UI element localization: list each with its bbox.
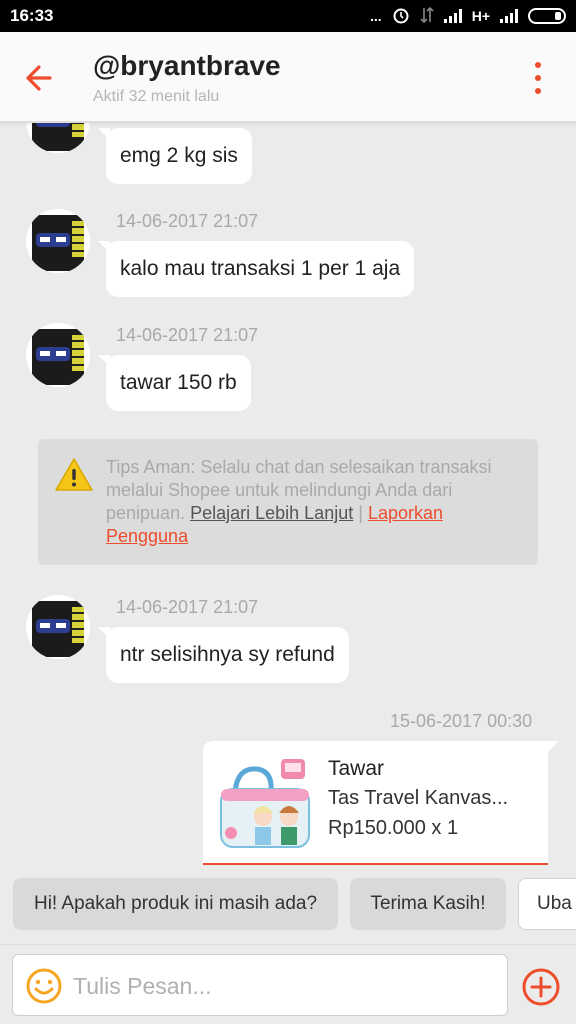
emoji-button[interactable] bbox=[25, 967, 63, 1005]
back-button[interactable] bbox=[20, 58, 60, 98]
quick-replies-bar[interactable]: Hi! Apakah produk ini masih ada? Terima … bbox=[0, 868, 576, 944]
tips-text-block: Tips Aman: Selalu chat dan selesaikan tr… bbox=[106, 456, 526, 548]
message-input[interactable] bbox=[73, 967, 493, 1005]
quick-reply-chip[interactable]: Terima Kasih! bbox=[350, 878, 506, 930]
quick-reply-chip[interactable]: Uba bbox=[518, 878, 576, 930]
quick-reply-chip[interactable]: Hi! Apakah produk ini masih ada? bbox=[13, 878, 338, 930]
more-dot-icon bbox=[535, 88, 541, 94]
chat-messages[interactable]: emg 2 kg sis 14-06-2017 21:07 kalo mau t… bbox=[0, 123, 576, 868]
chat-username: @bryantbrave bbox=[93, 50, 281, 81]
offer-price: Rp150.000 x 1 bbox=[328, 817, 459, 839]
received-message[interactable]: emg 2 kg sis bbox=[98, 128, 252, 184]
battery-icon bbox=[528, 8, 566, 24]
arrow-left-icon bbox=[26, 65, 52, 91]
message-timestamp: 14-06-2017 21:07 bbox=[116, 211, 259, 231]
sender-avatar[interactable] bbox=[26, 595, 90, 659]
message-timestamp: 14-06-2017 21:07 bbox=[116, 325, 259, 345]
signal-icon-2 bbox=[500, 9, 518, 23]
status-dots: ... bbox=[370, 8, 382, 24]
more-dot-icon bbox=[535, 62, 541, 68]
message-timestamp: 14-06-2017 21:07 bbox=[116, 597, 259, 617]
status-bar: 16:33 ... H+ bbox=[0, 0, 576, 32]
more-options-button[interactable] bbox=[530, 62, 546, 94]
received-message[interactable]: ntr selisihnya sy refund bbox=[98, 627, 349, 683]
alarm-icon bbox=[392, 6, 410, 27]
safety-tips-notice: Tips Aman: Selalu chat dan selesaikan tr… bbox=[38, 439, 538, 565]
last-active-status: Aktif 32 menit lalu bbox=[93, 88, 220, 105]
network-type: H+ bbox=[471, 8, 490, 24]
product-name[interactable]: Tas Travel Kanvas... bbox=[328, 787, 508, 810]
offer-card[interactable]: Tawar Tas Travel Kanvas... Rp150.000 x 1 bbox=[203, 741, 558, 865]
attach-button[interactable] bbox=[520, 966, 562, 1008]
message-input-container[interactable] bbox=[12, 954, 508, 1016]
sender-avatar[interactable] bbox=[26, 209, 90, 273]
received-message[interactable]: kalo mau transaksi 1 per 1 aja bbox=[97, 241, 415, 297]
plus-circle-icon bbox=[522, 968, 560, 1006]
message-composer bbox=[0, 944, 576, 1024]
status-time: 16:33 bbox=[10, 6, 54, 25]
learn-more-link[interactable]: Pelajari Lebih Lanjut bbox=[190, 503, 353, 523]
received-message[interactable]: tawar 150 rb bbox=[98, 355, 251, 411]
data-transfer-icon bbox=[420, 6, 434, 27]
smiley-icon bbox=[26, 968, 62, 1004]
signal-icon bbox=[443, 9, 462, 23]
offer-timestamp: 15-06-2017 00:30 bbox=[390, 711, 533, 731]
tips-separator: | bbox=[358, 503, 363, 523]
sender-avatar[interactable] bbox=[26, 123, 90, 153]
product-thumbnail[interactable] bbox=[217, 755, 313, 851]
chat-header: @bryantbrave Aktif 32 menit lalu bbox=[0, 32, 576, 122]
more-dot-icon bbox=[535, 75, 541, 81]
warning-icon bbox=[54, 457, 94, 493]
sender-avatar[interactable] bbox=[26, 323, 90, 387]
offer-title: Tawar bbox=[328, 757, 385, 780]
